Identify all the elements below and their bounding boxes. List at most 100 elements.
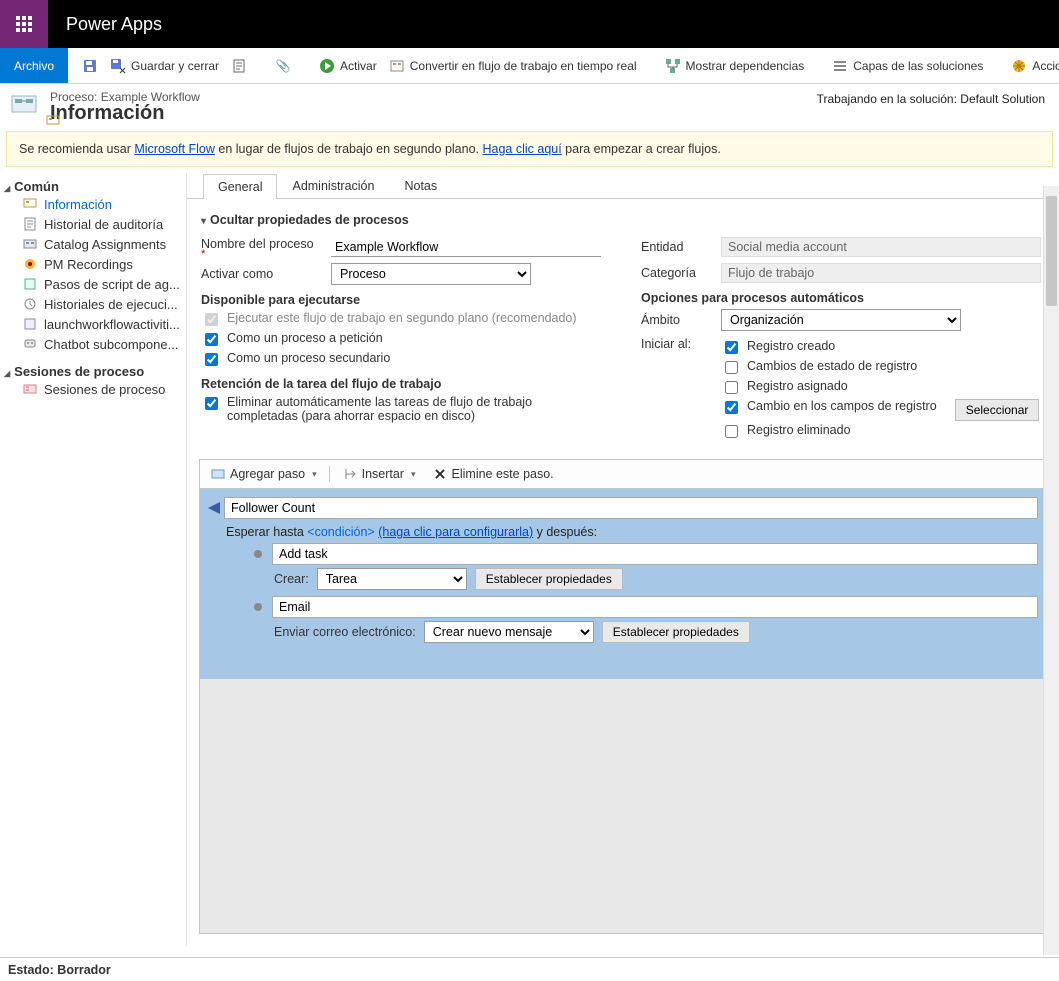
nav-item-label: Sesiones de proceso	[44, 382, 165, 397]
check-start-status[interactable]: Cambios de estado de registro	[721, 359, 1041, 377]
nav-item-label: Catalog Assignments	[44, 237, 166, 252]
wait-condition-row[interactable]: Esperar hasta <condición> (haga clic par…	[226, 525, 1038, 539]
banner-text-1: Se recomienda usar	[19, 142, 134, 156]
vertical-scrollbar[interactable]	[1043, 186, 1059, 955]
nav-group-sessions[interactable]: Sesiones de proceso	[4, 364, 182, 379]
attachment-button[interactable]: 📎	[269, 54, 297, 78]
nav-item-label: Chatbot subcompone...	[44, 337, 178, 352]
nav-item-audit[interactable]: Historial de auditoría	[4, 214, 182, 234]
sessions-icon	[22, 381, 38, 397]
left-nav: Común Información Historial de auditoría…	[0, 173, 186, 946]
label-process-name: Nombre del proceso	[201, 237, 331, 257]
nav-item-script-steps[interactable]: Pasos de script de ag...	[4, 274, 182, 294]
pm-icon	[22, 256, 38, 272]
check-label: Como un proceso secundario	[227, 351, 390, 365]
check-label: Eliminar automáticamente las tareas de f…	[227, 395, 587, 423]
step-1-title[interactable]	[272, 543, 1038, 565]
insert-label: Insertar	[362, 467, 404, 481]
wait-condition-placeholder[interactable]: <condición>	[307, 525, 374, 539]
tab-administration[interactable]: Administración	[277, 173, 389, 198]
step-2-properties-button[interactable]: Establecer propiedades	[602, 621, 750, 643]
check-label: Cambios de estado de registro	[747, 359, 917, 373]
select-activate-as[interactable]: Proceso	[331, 263, 531, 285]
checkbox-demand[interactable]	[205, 333, 218, 346]
check-on-demand[interactable]: Como un proceso a petición	[201, 331, 601, 349]
save-and-close-button[interactable]: Guardar y cerrar	[104, 54, 225, 78]
status-bar: Estado: Borrador	[0, 957, 1059, 981]
label-entity: Entidad	[641, 240, 721, 254]
step-2-title[interactable]	[272, 596, 1038, 618]
check-label: Cambio en los campos de registro	[747, 399, 937, 413]
tab-notes[interactable]: Notas	[389, 173, 452, 198]
label-start-when: Iniciar al:	[641, 337, 721, 351]
checkbox-assign[interactable]	[725, 381, 738, 394]
select-fields-button[interactable]: Seleccionar	[955, 399, 1040, 421]
banner-link-start[interactable]: Haga clic aquí	[482, 142, 561, 156]
nav-item-exec-history[interactable]: Historiales de ejecuci...	[4, 294, 182, 314]
input-process-name[interactable]	[331, 238, 601, 257]
check-retention[interactable]: Eliminar automáticamente las tareas de f…	[201, 395, 601, 423]
select-scope[interactable]: Organización	[721, 309, 961, 331]
scrollbar-thumb[interactable]	[1046, 196, 1057, 306]
step-1-entity-select[interactable]: Tarea	[317, 568, 467, 590]
nav-item-process-sessions[interactable]: Sesiones de proceso	[4, 379, 182, 399]
check-start-assign[interactable]: Registro asignado	[721, 379, 1041, 397]
insert-step-button[interactable]: Insertar	[338, 464, 420, 484]
nav-item-pm[interactable]: PM Recordings	[4, 254, 182, 274]
checkbox-retention[interactable]	[205, 397, 218, 410]
banner-link-flow[interactable]: Microsoft Flow	[134, 142, 215, 156]
add-step-button[interactable]: Agregar paso	[206, 464, 321, 484]
save-as-button[interactable]	[225, 54, 253, 78]
label-scope: Ámbito	[641, 313, 721, 327]
checkbox-fieldchange[interactable]	[725, 401, 738, 414]
convert-button[interactable]: Convertir en flujo de trabajo en tiempo …	[383, 54, 643, 78]
activate-label: Activar	[340, 59, 377, 73]
checkbox-delete[interactable]	[725, 425, 738, 438]
step-1-controls: Crear: Tarea Establecer propiedades	[274, 568, 1038, 590]
designer-toolbar: Agregar paso Insertar Elimine este paso.	[200, 460, 1046, 489]
command-bar: Archivo Guardar y cerrar 📎	[0, 48, 1059, 84]
save-close-icon	[110, 58, 126, 74]
actions-menu[interactable]: Acciones	[1005, 54, 1059, 78]
section-header-props[interactable]: Ocultar propiedades de procesos	[201, 213, 1041, 227]
step-canvas[interactable]: Esperar hasta <condición> (haga clic par…	[200, 489, 1046, 679]
nav-item-label: Historial de auditoría	[44, 217, 163, 232]
app-launcher-button[interactable]	[0, 0, 48, 48]
show-dependencies-button[interactable]: Mostrar dependencias	[659, 54, 811, 78]
wait-configure-link[interactable]: (haga clic para configurarla)	[378, 525, 533, 539]
bullet-icon	[254, 603, 262, 611]
solution-layers-button[interactable]: Capas de las soluciones	[826, 54, 989, 78]
dependencies-icon	[665, 58, 681, 74]
label-activate-as: Activar como	[201, 267, 331, 281]
wait-text-post: y después:	[533, 525, 597, 539]
history-icon	[22, 296, 38, 312]
nav-item-launchwf[interactable]: launchworkflowactiviti...	[4, 314, 182, 334]
check-child-process[interactable]: Como un proceso secundario	[201, 351, 601, 369]
checkbox-child[interactable]	[205, 353, 218, 366]
activate-button[interactable]: Activar	[313, 54, 383, 78]
checkbox-status[interactable]	[725, 361, 738, 374]
step-2-send-select[interactable]: Crear nuevo mensaje	[424, 621, 594, 643]
tab-general[interactable]: General	[203, 174, 277, 199]
nav-item-label: Pasos de script de ag...	[44, 277, 180, 292]
nav-group-common[interactable]: Común	[4, 179, 182, 194]
chatbot-icon	[22, 336, 38, 352]
info-sub-icon	[46, 114, 60, 131]
check-start-delete[interactable]: Registro eliminado	[721, 423, 1041, 441]
nav-item-information[interactable]: Información	[4, 194, 182, 214]
save-button[interactable]	[76, 54, 104, 78]
file-menu[interactable]: Archivo	[0, 48, 68, 83]
stage-name-input[interactable]	[224, 497, 1038, 519]
check-label: Registro asignado	[747, 379, 848, 393]
checkbox-create[interactable]	[725, 341, 738, 354]
delete-step-button[interactable]: Elimine este paso.	[428, 464, 558, 484]
nav-item-chatbot[interactable]: Chatbot subcompone...	[4, 334, 182, 354]
convert-label: Convertir en flujo de trabajo en tiempo …	[410, 59, 637, 73]
stage-row[interactable]	[208, 497, 1038, 519]
step-2-row[interactable]	[254, 596, 1038, 618]
step-1-properties-button[interactable]: Establecer propiedades	[475, 568, 623, 590]
check-start-create[interactable]: Registro creado	[721, 339, 1041, 357]
script-icon	[22, 276, 38, 292]
nav-item-catalog[interactable]: Catalog Assignments	[4, 234, 182, 254]
step-1-row[interactable]	[254, 543, 1038, 565]
